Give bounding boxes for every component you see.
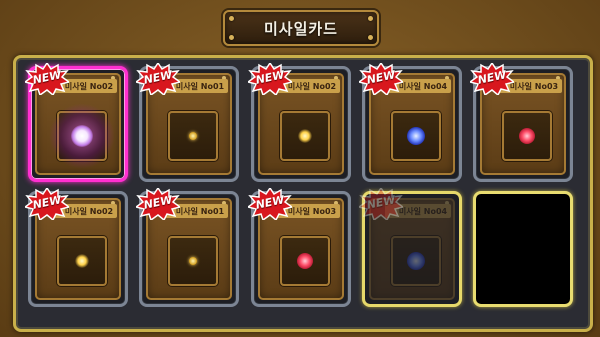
new-badge: NEW	[25, 188, 69, 220]
item-slot	[502, 111, 552, 161]
page-title: 미사일카드	[263, 19, 338, 38]
missile-card[interactable]: 미사일 No02 NEW	[25, 188, 128, 307]
item-slot	[168, 236, 218, 286]
new-badge: NEW	[470, 63, 514, 95]
missile-card[interactable]: 미사일 No03 NEW	[470, 63, 573, 182]
missile-card[interactable]: 미사일 No04 NEW	[359, 188, 462, 307]
empty-card-slot[interactable]	[473, 191, 573, 307]
new-badge: NEW	[359, 63, 403, 95]
missile-orb-icon	[189, 257, 197, 265]
missile-card[interactable]: 미사일 No03 NEW	[248, 188, 351, 307]
card-board: 미사일 No02 NEW 미사일 No01 NEW 미사일 No02 NEW 미사일 No0…	[13, 55, 593, 332]
new-badge: NEW	[248, 188, 292, 220]
missile-orb-icon	[407, 252, 425, 270]
missile-orb-icon	[71, 125, 93, 147]
missile-card[interactable]: 미사일 No02 NEW	[25, 63, 128, 182]
new-badge: NEW	[25, 63, 69, 95]
bolt-icon	[368, 35, 373, 40]
item-slot	[391, 111, 441, 161]
missile-orb-icon	[298, 129, 312, 143]
missile-card[interactable]: 미사일 No04 NEW	[359, 63, 462, 182]
item-slot	[391, 236, 441, 286]
title-plaque: 미사일카드	[223, 10, 379, 46]
missile-card[interactable]: 미사일 No01 NEW	[136, 63, 239, 182]
missile-orb-icon	[189, 132, 197, 140]
item-slot	[57, 236, 107, 286]
item-slot	[168, 111, 218, 161]
bolt-icon	[368, 16, 373, 21]
missile-orb-icon	[519, 128, 535, 144]
new-badge: NEW	[359, 188, 403, 220]
item-slot	[280, 111, 330, 161]
bolt-icon	[229, 35, 234, 40]
missile-orb-icon	[297, 253, 313, 269]
bolt-icon	[229, 16, 234, 21]
new-badge: NEW	[248, 63, 292, 95]
missile-card[interactable]: 미사일 No01 NEW	[136, 188, 239, 307]
item-slot	[280, 236, 330, 286]
missile-orb-icon	[75, 254, 89, 268]
card-collection-frame: 미사일카드 미사일 No02 NEW 미사일 No01 NEW 미사일 No02 NEW 미…	[0, 0, 600, 337]
missile-card[interactable]: 미사일 No02 NEW	[248, 63, 351, 182]
item-slot	[49, 103, 115, 169]
new-badge: NEW	[136, 63, 180, 95]
new-badge: NEW	[136, 188, 180, 220]
missile-orb-icon	[407, 127, 425, 145]
